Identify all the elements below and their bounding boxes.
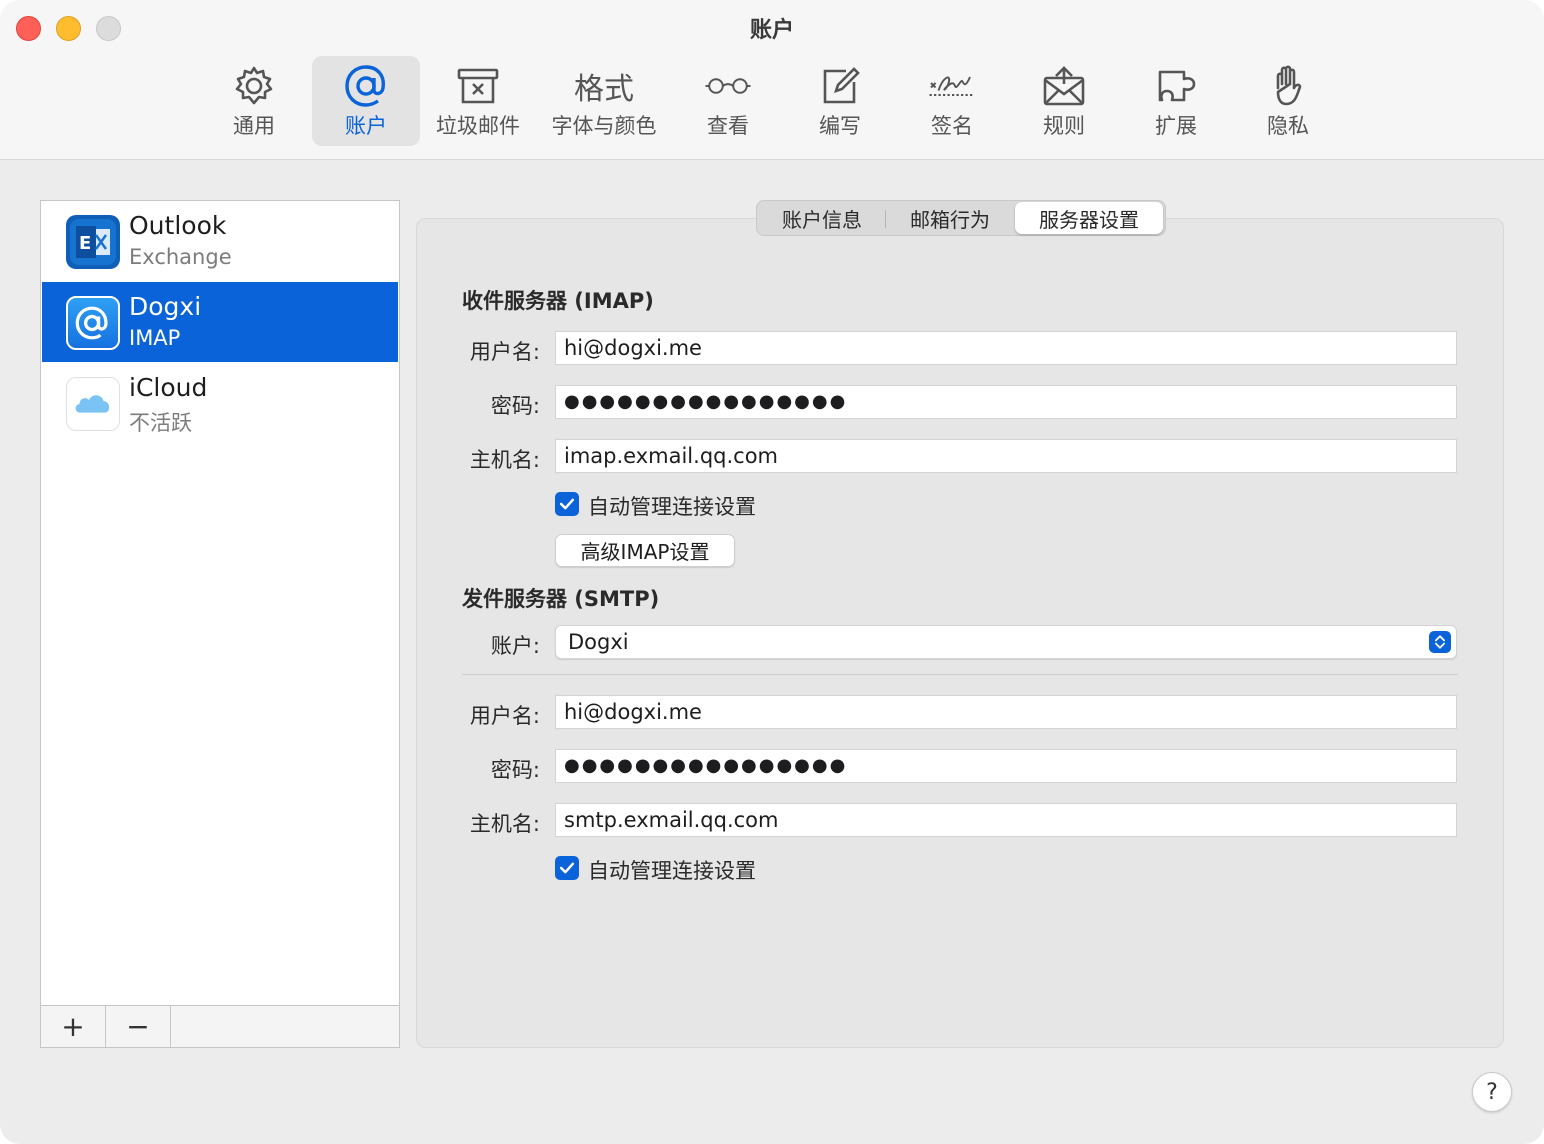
outgoing-password-label: 密码:	[490, 758, 540, 782]
remove-account-button[interactable]: −	[106, 1006, 171, 1047]
toolbar-label: 签名	[931, 114, 973, 138]
advanced-imap-settings-button[interactable]: 高级IMAP设置	[555, 534, 735, 567]
toolbar-item-general[interactable]: 通用	[200, 56, 308, 146]
outgoing-username-label: 用户名:	[469, 704, 540, 728]
account-type: Exchange	[129, 245, 232, 269]
outgoing-account-value: Dogxi	[568, 630, 629, 654]
select-updown-icon	[1429, 631, 1451, 653]
account-row-icloud[interactable]: iCloud 不活跃	[42, 363, 398, 443]
outgoing-host-field[interactable]: smtp.exmail.qq.com	[555, 803, 1457, 837]
toolbar-item-extensions[interactable]: 扩展	[1122, 56, 1230, 146]
at-mail-icon	[66, 296, 120, 350]
outgoing-username-field[interactable]: hi@dogxi.me	[555, 695, 1457, 729]
toolbar-label: 字体与颜色	[551, 114, 657, 138]
incoming-host-field[interactable]: imap.exmail.qq.com	[555, 439, 1457, 473]
help-button[interactable]: ?	[1472, 1072, 1512, 1112]
incoming-server-title: 收件服务器 (IMAP)	[462, 289, 654, 313]
toolbar-item-composing[interactable]: 编写	[786, 56, 894, 146]
incoming-password-field[interactable]: ●●●●●●●●●●●●●●●●	[555, 385, 1457, 419]
toolbar: 账户 通用 账户 垃圾邮件 格式 字体与颜色 查看 编写 签名 规则 扩展 隐私	[0, 0, 1544, 160]
toolbar-label: 账户	[345, 114, 387, 138]
at-icon	[312, 62, 420, 110]
toolbar-label: 规则	[1043, 114, 1085, 138]
outgoing-account-label: 账户:	[490, 634, 540, 658]
incoming-password-label: 密码:	[490, 394, 540, 418]
toolbar-item-viewing[interactable]: 查看	[674, 56, 782, 146]
tab-account-info[interactable]: 账户信息	[759, 202, 885, 234]
compose-icon	[786, 62, 894, 110]
settings-tabs: 账户信息 邮箱行为 服务器设置	[756, 200, 1166, 236]
account-name: Dogxi	[129, 292, 202, 321]
junk-tray-icon	[424, 62, 532, 110]
account-list-footer: + −	[41, 1005, 399, 1047]
incoming-host-label: 主机名:	[469, 448, 540, 472]
outgoing-server-title: 发件服务器 (SMTP)	[462, 587, 660, 611]
outgoing-auto-manage-label: 自动管理连接设置	[588, 859, 756, 883]
add-account-button[interactable]: +	[41, 1006, 106, 1047]
toolbar-label: 隐私	[1267, 114, 1309, 138]
toolbar-item-privacy[interactable]: 隐私	[1234, 56, 1342, 146]
outgoing-auto-manage-checkbox[interactable]	[555, 856, 579, 880]
account-row-outlook[interactable]: E Outlook Exchange	[42, 201, 398, 281]
svg-text:E: E	[79, 233, 91, 254]
puzzle-icon	[1122, 62, 1230, 110]
icloud-icon	[66, 377, 120, 431]
toolbar-label: 扩展	[1155, 114, 1197, 138]
checkmark-icon	[559, 862, 575, 874]
account-row-dogxi[interactable]: Dogxi IMAP	[42, 282, 398, 362]
toolbar-label: 查看	[707, 114, 749, 138]
format-text-icon: 格式	[574, 72, 634, 107]
outgoing-account-select[interactable]: Dogxi	[555, 625, 1457, 659]
account-type: IMAP	[129, 326, 181, 350]
toolbar-item-junk[interactable]: 垃圾邮件	[424, 56, 532, 146]
toolbar-label: 编写	[819, 114, 861, 138]
preferences-window: 账户 通用 账户 垃圾邮件 格式 字体与颜色 查看 编写 签名 规则 扩展 隐私…	[0, 0, 1544, 1144]
account-list: E Outlook Exchange Dogxi IMAP iCloud 不活跃…	[40, 200, 400, 1048]
incoming-auto-manage-checkbox[interactable]	[555, 492, 579, 516]
outgoing-host-label: 主机名:	[469, 812, 540, 836]
incoming-username-label: 用户名:	[469, 340, 540, 364]
toolbar-label: 通用	[233, 114, 275, 138]
toolbar-item-signatures[interactable]: 签名	[898, 56, 1006, 146]
outgoing-password-field[interactable]: ●●●●●●●●●●●●●●●●	[555, 749, 1457, 783]
toolbar-item-fonts-colors[interactable]: 格式 字体与颜色	[550, 56, 658, 146]
rules-envelope-icon	[1010, 62, 1118, 110]
hand-icon	[1234, 62, 1342, 110]
account-type: 不活跃	[129, 411, 192, 435]
incoming-auto-manage-label: 自动管理连接设置	[588, 495, 756, 519]
glasses-icon	[674, 62, 782, 110]
exchange-icon: E	[66, 215, 120, 269]
toolbar-item-accounts[interactable]: 账户	[312, 56, 420, 146]
incoming-username-field[interactable]: hi@dogxi.me	[555, 331, 1457, 365]
account-name: Outlook	[129, 211, 227, 240]
account-name: iCloud	[129, 373, 208, 402]
checkmark-icon	[559, 498, 575, 510]
window-title: 账户	[749, 18, 794, 43]
tab-server-settings[interactable]: 服务器设置	[1015, 202, 1163, 234]
toolbar-label: 垃圾邮件	[436, 114, 520, 138]
signature-icon	[898, 62, 1006, 110]
tab-mailbox-behaviors[interactable]: 邮箱行为	[887, 202, 1013, 234]
toolbar-item-rules[interactable]: 规则	[1010, 56, 1118, 146]
gear-icon	[200, 62, 308, 110]
tab-divider	[885, 210, 886, 228]
section-divider	[462, 674, 1458, 675]
